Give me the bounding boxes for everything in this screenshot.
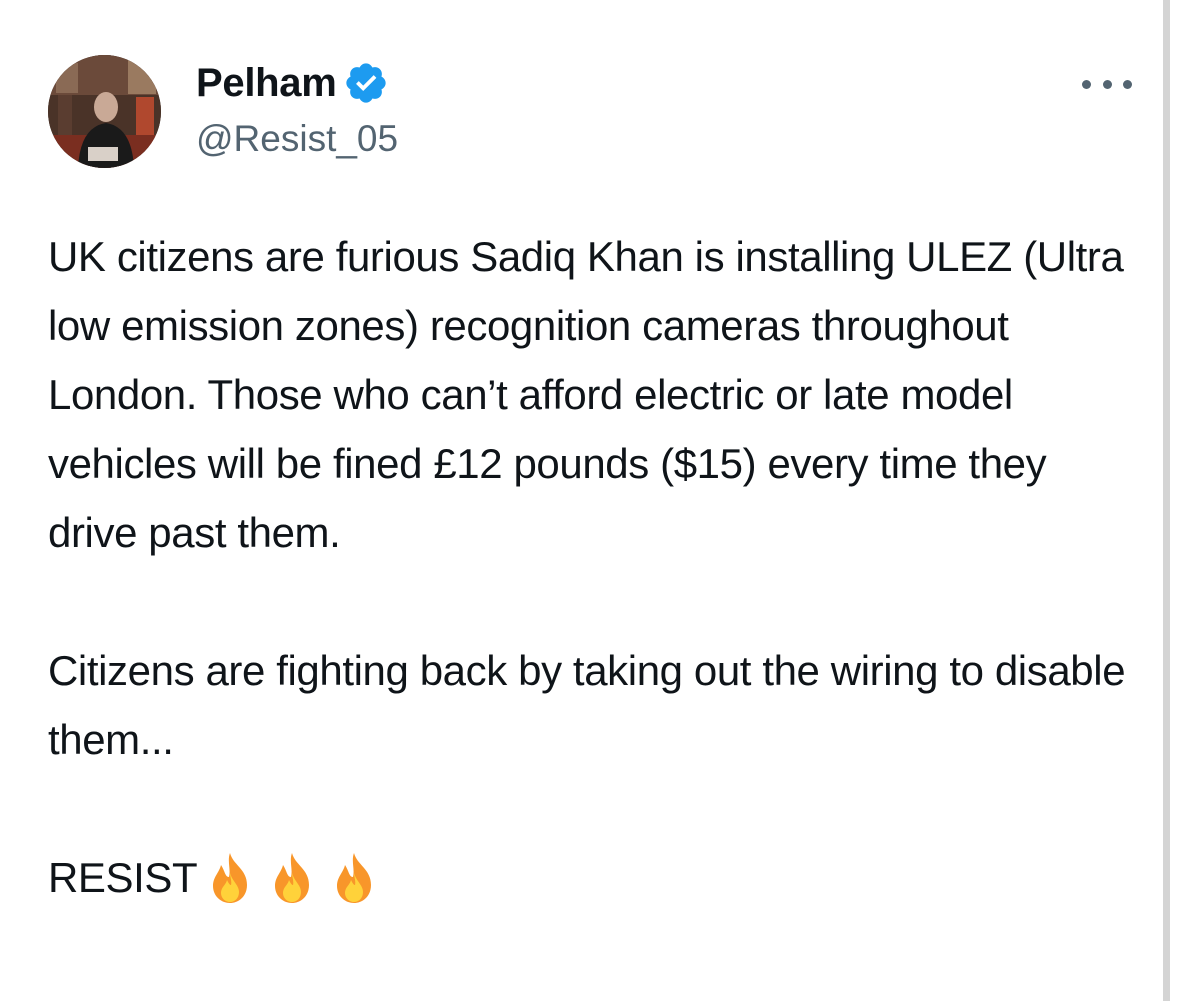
more-horizontal-icon: [1102, 79, 1112, 89]
tweet-paragraph: Citizens are fighting back by taking out…: [48, 647, 1126, 763]
scrollbar[interactable]: [1163, 0, 1170, 1001]
verified-badge-icon: [343, 60, 389, 106]
fire-emoji-icon: [201, 849, 259, 907]
author-handle[interactable]: @Resist_05: [196, 116, 398, 162]
tweet-paragraph: UK citizens are furious Sadiq Khan is in…: [48, 233, 1124, 556]
author-display-name[interactable]: Pelham: [196, 60, 389, 106]
fire-emoji-icon: [325, 849, 383, 907]
more-options-button[interactable]: [1082, 66, 1132, 102]
closing-word: RESIST: [48, 854, 198, 901]
more-horizontal-icon: [1082, 79, 1091, 89]
display-name-text[interactable]: Pelham: [196, 60, 337, 106]
fire-emoji-icon: [263, 849, 321, 907]
more-horizontal-icon: [1123, 79, 1132, 89]
tweet-body: UK citizens are furious Sadiq Khan is in…: [48, 222, 1140, 912]
tweet-card: Pelham @Resist_05 UK citizens are furiou…: [0, 0, 1160, 1001]
avatar[interactable]: [48, 55, 161, 168]
tweet-closing-line: RESIST: [48, 843, 1140, 912]
